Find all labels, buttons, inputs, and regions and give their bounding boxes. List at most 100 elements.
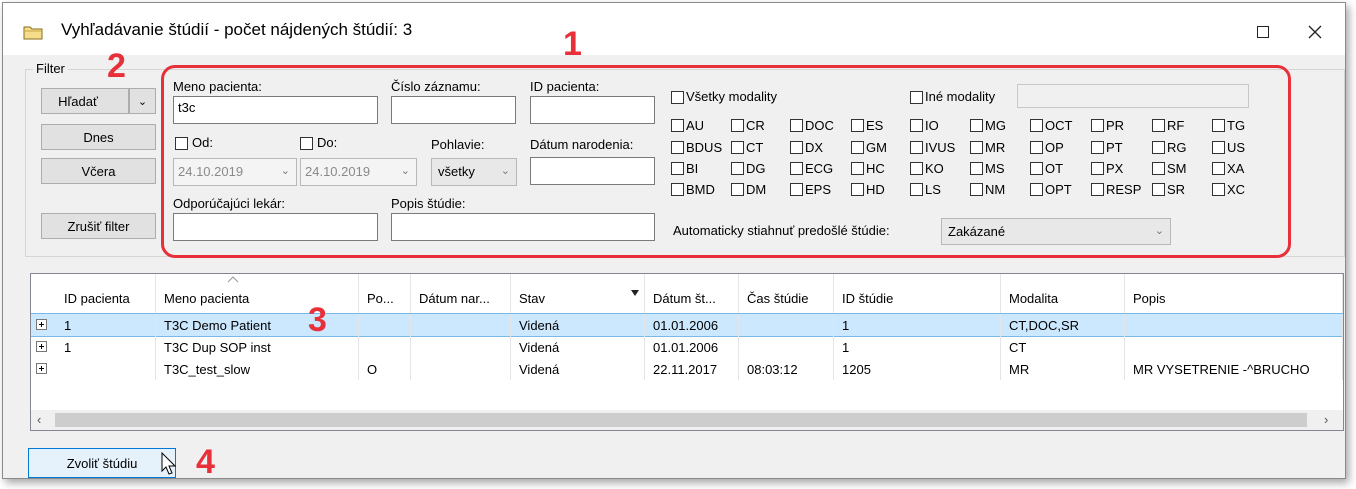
modality-us[interactable]: US	[1212, 140, 1245, 156]
modality-pr[interactable]: PR	[1091, 118, 1124, 134]
modality-checkbox[interactable]	[1212, 162, 1225, 175]
table-row[interactable]: 1 T3C Demo Patient Videná 01.01.2006 1 CT,DOC…	[31, 313, 1343, 337]
modality-mg[interactable]: MG	[970, 118, 1006, 134]
modality-bdus[interactable]: BDUS	[671, 140, 722, 156]
modality-checkbox[interactable]	[790, 119, 803, 132]
modality-rg[interactable]: RG	[1152, 140, 1187, 156]
modality-checkbox[interactable]	[970, 119, 983, 132]
modality-checkbox[interactable]	[1091, 141, 1104, 154]
modality-checkbox[interactable]	[851, 183, 864, 196]
modality-op[interactable]: OP	[1030, 140, 1064, 156]
maximize-icon[interactable]	[1243, 17, 1283, 47]
modality-rf[interactable]: RF	[1152, 118, 1184, 134]
modality-resp[interactable]: RESP	[1091, 182, 1141, 198]
studies-table[interactable]: ID pacienta Meno pacienta Po... Dátum nar..…	[30, 273, 1344, 431]
modality-checkbox[interactable]	[1030, 162, 1043, 175]
record-number-input[interactable]	[391, 96, 516, 124]
modality-checkbox[interactable]	[1212, 119, 1225, 132]
modality-checkbox[interactable]	[731, 141, 744, 154]
modality-checkbox[interactable]	[910, 141, 923, 154]
column-header[interactable]: Stav	[511, 274, 645, 314]
modality-checkbox[interactable]	[970, 141, 983, 154]
horizontal-scrollbar[interactable]: ‹ ›	[31, 410, 1343, 430]
modality-checkbox[interactable]	[790, 162, 803, 175]
modality-cr[interactable]: CR	[731, 118, 765, 134]
patient-name-input[interactable]: t3c	[173, 96, 378, 124]
auto-download-select[interactable]: Zakázané ⌄	[941, 218, 1171, 245]
modality-checkbox[interactable]	[671, 119, 684, 132]
modality-checkbox[interactable]	[970, 183, 983, 196]
modality-bmd[interactable]: BMD	[671, 182, 715, 198]
patient-id-input[interactable]	[530, 96, 655, 124]
referring-physician-input[interactable]	[173, 213, 378, 241]
modality-checkbox[interactable]	[1091, 119, 1104, 132]
modality-checkbox[interactable]	[731, 119, 744, 132]
column-header[interactable]: Dátum nar...	[411, 274, 511, 314]
modality-checkbox[interactable]	[851, 119, 864, 132]
other-modalities-input[interactable]	[1017, 84, 1249, 108]
scroll-left-icon[interactable]: ‹	[37, 412, 41, 427]
to-date-picker[interactable]: 24.10.2019 ⌄	[300, 158, 417, 186]
modality-checkbox[interactable]	[1212, 141, 1225, 154]
modality-checkbox[interactable]	[1152, 141, 1165, 154]
modality-sr[interactable]: SR	[1152, 182, 1185, 198]
table-row[interactable]: T3C_test_slow O Videná 22.11.2017 08:03:12 12…	[31, 358, 1343, 380]
column-header[interactable]: Dátum št...	[645, 274, 739, 314]
modality-bi[interactable]: BI	[671, 161, 698, 177]
modality-ct[interactable]: CT	[731, 140, 763, 156]
filter-arrow-icon[interactable]	[631, 290, 639, 296]
modality-eps[interactable]: EPS	[790, 182, 831, 198]
modality-dm[interactable]: DM	[731, 182, 766, 198]
modality-io[interactable]: IO	[910, 118, 939, 134]
modality-ecg[interactable]: ECG	[790, 161, 833, 177]
search-button[interactable]: Hľadať	[41, 88, 129, 114]
modality-oct[interactable]: OCT	[1030, 118, 1072, 134]
modality-xc[interactable]: XC	[1212, 182, 1245, 198]
modality-checkbox[interactable]	[910, 183, 923, 196]
column-header[interactable]: Popis	[1125, 274, 1343, 314]
modality-opt[interactable]: OPT	[1030, 182, 1072, 198]
from-date-picker[interactable]: 24.10.2019 ⌄	[173, 158, 297, 186]
expand-icon[interactable]	[36, 319, 47, 330]
modality-ls[interactable]: LS	[910, 182, 941, 198]
modality-checkbox[interactable]	[1091, 162, 1104, 175]
study-description-input[interactable]	[391, 213, 655, 241]
modality-checkbox[interactable]	[1152, 183, 1165, 196]
modality-checkbox[interactable]	[790, 183, 803, 196]
column-header[interactable]: Meno pacienta	[156, 274, 359, 314]
modality-hc[interactable]: HC	[851, 161, 885, 177]
modality-checkbox[interactable]	[671, 183, 684, 196]
column-header[interactable]: ID pacienta	[56, 274, 156, 314]
modality-ivus[interactable]: IVUS	[910, 140, 955, 156]
modality-dx[interactable]: DX	[790, 140, 823, 156]
modality-checkbox[interactable]	[731, 162, 744, 175]
modality-checkbox[interactable]	[910, 119, 923, 132]
column-header[interactable]: Po...	[359, 274, 411, 314]
today-button[interactable]: Dnes	[41, 124, 156, 150]
modality-checkbox[interactable]	[851, 141, 864, 154]
modality-es[interactable]: ES	[851, 118, 883, 134]
modality-ms[interactable]: MS	[970, 161, 1005, 177]
table-row[interactable]: 1 T3C Dup SOP inst Videná 01.01.2006 1 CT	[31, 336, 1343, 358]
modality-checkbox[interactable]	[1152, 119, 1165, 132]
modality-checkbox[interactable]	[1030, 119, 1043, 132]
modality-checkbox[interactable]	[851, 162, 864, 175]
column-header[interactable]: ID štúdie	[834, 274, 1001, 314]
modality-checkbox[interactable]	[790, 141, 803, 154]
modality-sm[interactable]: SM	[1152, 161, 1187, 177]
column-header[interactable]: Čas štúdie	[739, 274, 834, 314]
modality-doc[interactable]: DOC	[790, 118, 834, 134]
column-header[interactable]: Modalita	[1001, 274, 1125, 314]
yesterday-button[interactable]: Včera	[41, 158, 156, 184]
modality-checkbox[interactable]	[1212, 183, 1225, 196]
close-icon[interactable]	[1295, 17, 1335, 47]
modality-checkbox[interactable]	[731, 183, 744, 196]
scrollbar-thumb[interactable]	[55, 413, 1307, 427]
search-dropdown-button[interactable]: ⌄	[129, 88, 156, 114]
modality-ot[interactable]: OT	[1030, 161, 1063, 177]
modality-checkbox[interactable]	[910, 162, 923, 175]
from-checkbox[interactable]	[175, 137, 188, 150]
select-study-button[interactable]: Zvoliť štúdiu	[28, 448, 176, 478]
modality-checkbox[interactable]	[671, 162, 684, 175]
modality-checkbox[interactable]	[970, 162, 983, 175]
